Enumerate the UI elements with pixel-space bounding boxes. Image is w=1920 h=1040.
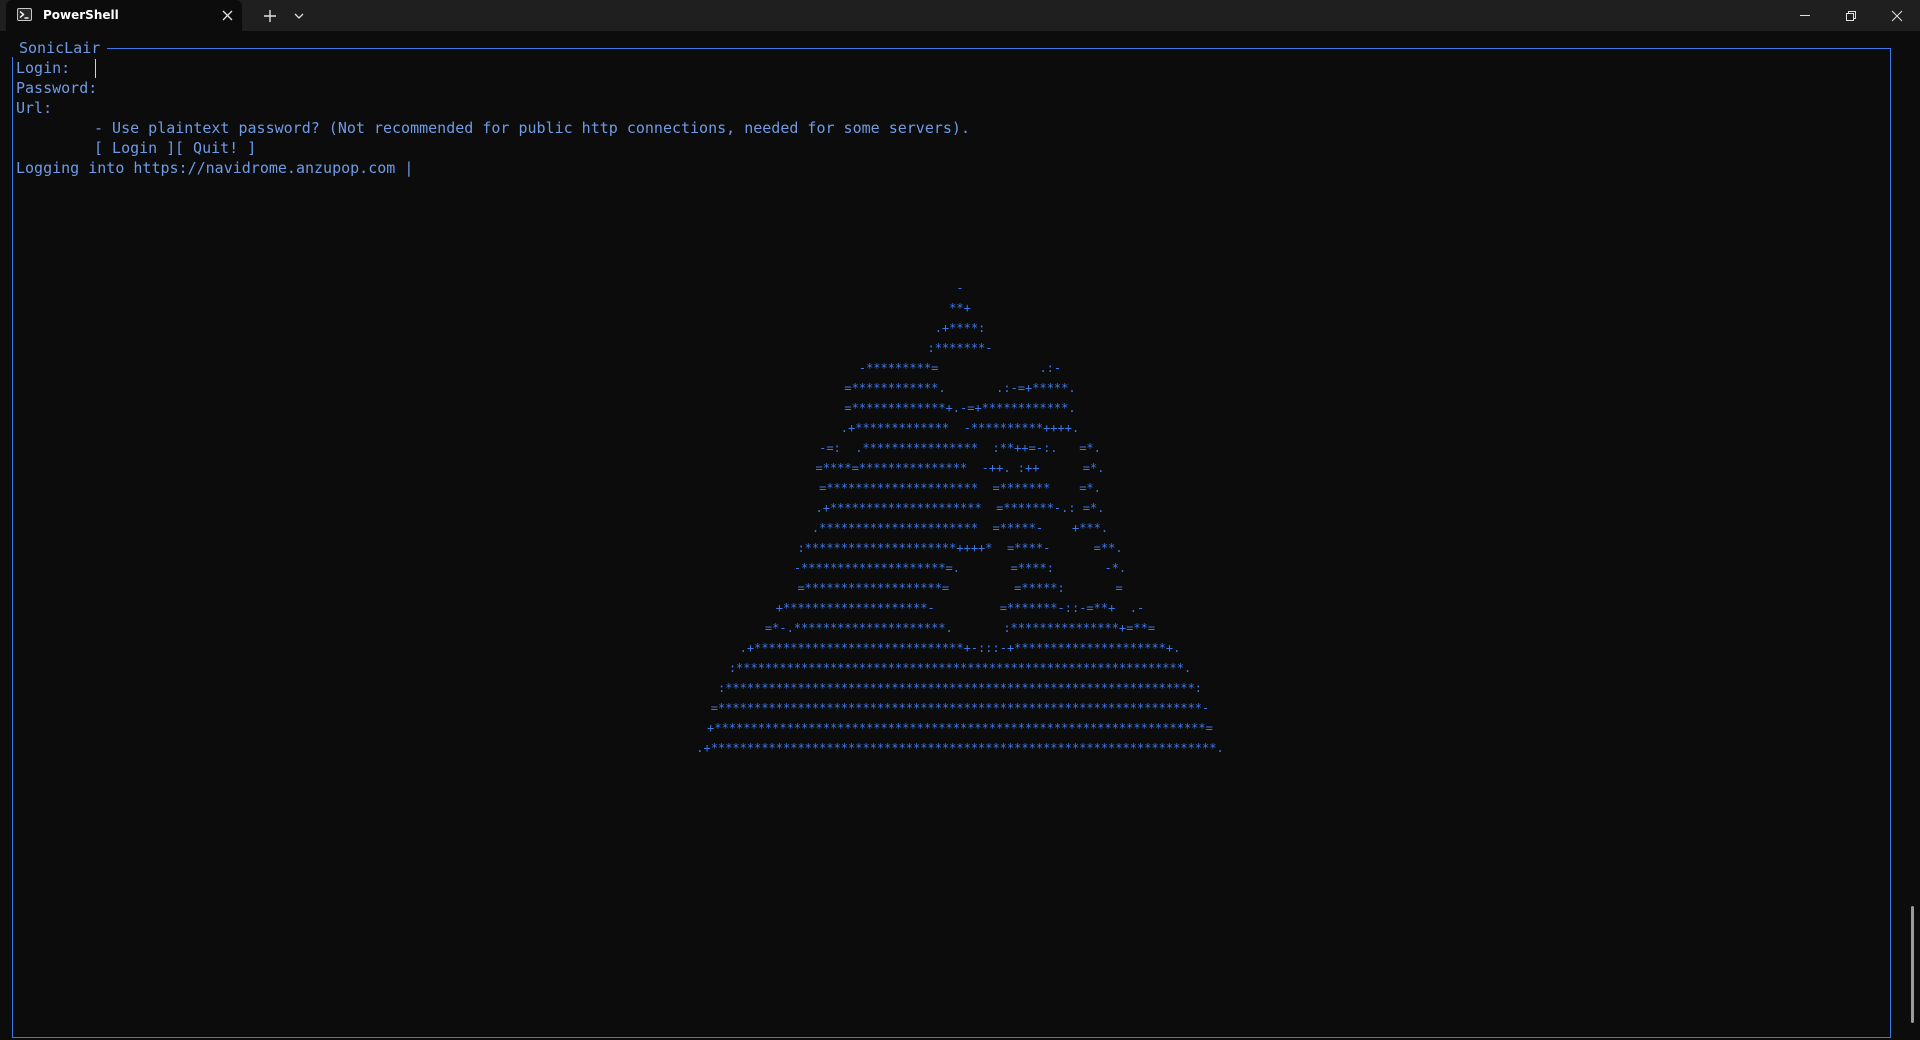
tab-powershell[interactable]: PowerShell: [6, 0, 242, 31]
plaintext-password-checkbox[interactable]: - Use plaintext password? (Not recommend…: [94, 119, 970, 137]
frame-title: SonicLair: [12, 39, 108, 57]
status-text: Logging into https://navidrome.anzupop.c…: [16, 159, 414, 177]
minimize-button[interactable]: [1782, 0, 1828, 31]
login-label: Login:: [16, 59, 71, 77]
powershell-icon: [17, 8, 32, 21]
terminal[interactable]: SonicLair Login: Password: Url: - Use pl…: [0, 31, 1920, 1040]
restore-button[interactable]: [1828, 0, 1874, 31]
url-label: Url:: [16, 99, 53, 117]
title-bar: PowerShell: [0, 0, 1920, 31]
quit-button[interactable]: [ Quit! ]: [175, 139, 256, 157]
login-field[interactable]: [96, 59, 696, 77]
url-field[interactable]: [96, 99, 696, 117]
minimize-icon: [1800, 15, 1810, 16]
password-field[interactable]: [96, 79, 696, 97]
close-icon: [1891, 10, 1903, 22]
plus-icon[interactable]: [258, 5, 282, 27]
close-icon[interactable]: [220, 8, 235, 23]
tab-title: PowerShell: [43, 8, 119, 22]
password-label: Password:: [16, 79, 98, 97]
chevron-down-icon[interactable]: [290, 5, 308, 27]
restore-icon: [1846, 11, 1856, 21]
scrollbar-thumb[interactable]: [1911, 906, 1914, 1023]
close-window-button[interactable]: [1874, 0, 1920, 31]
text-cursor: [95, 59, 96, 78]
soniclair-logo-art: - **+ .+****: :*******- -*********= .:- …: [696, 281, 1224, 755]
login-button[interactable]: [ Login ]: [94, 139, 175, 157]
